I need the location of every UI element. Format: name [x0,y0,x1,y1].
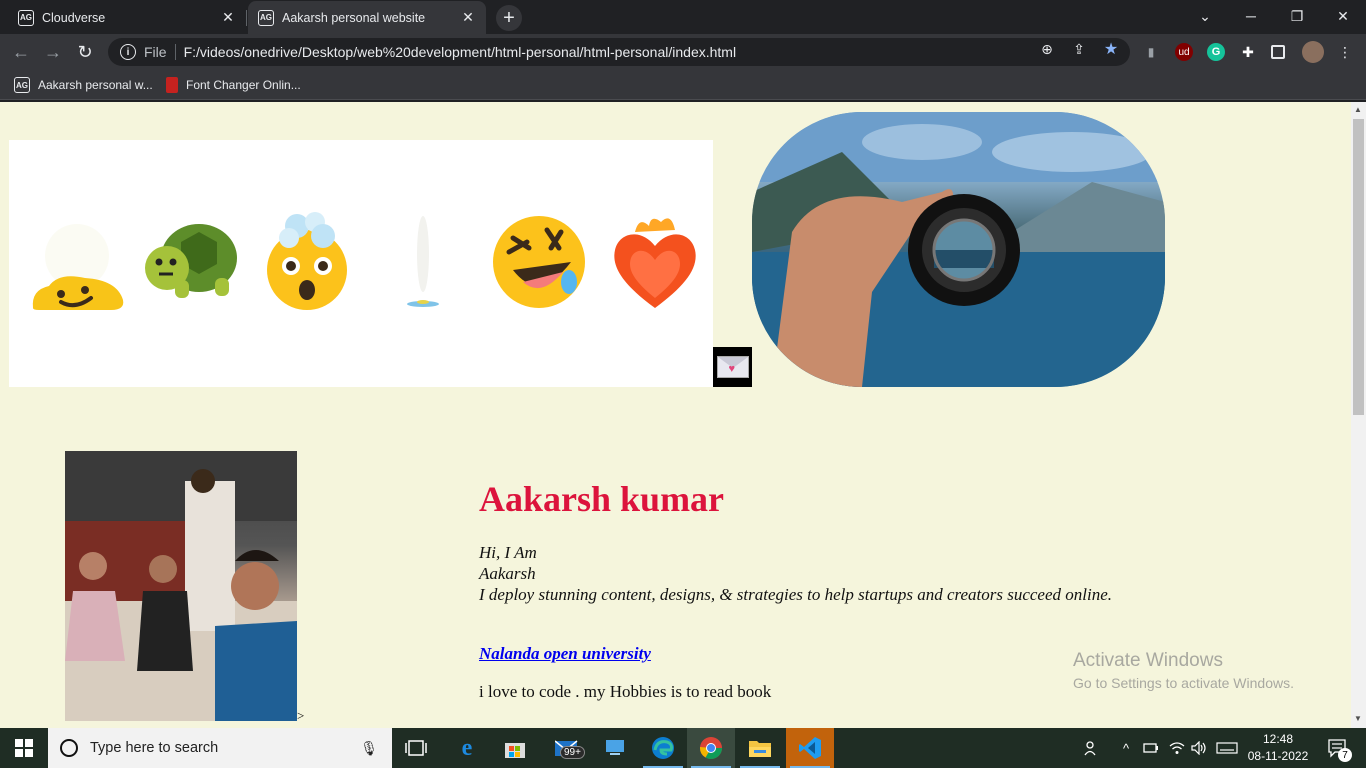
profile-scene [65,451,297,721]
font-changer-icon [166,77,178,93]
windows-logo-icon [15,739,33,757]
tab-favicon: AG [18,9,34,26]
envelope-icon: ♥ [716,356,749,378]
intro-line: Aakarsh [479,564,536,583]
turtle-icon [145,224,237,298]
zoom-icon[interactable]: ⊕ [1038,40,1056,58]
dissolving-figure-icon [407,216,439,307]
new-tab-button[interactable]: + [496,5,522,31]
edge-icon[interactable] [639,728,687,768]
lens-photo [752,112,1165,387]
tab-cloudverse[interactable]: AG Cloudverse ✕ [8,1,247,34]
info-icon[interactable]: i [120,44,136,60]
broken-tag-text: > [297,708,305,723]
restore-button[interactable]: ❐ [1274,0,1320,32]
people-icon[interactable] [1080,728,1104,768]
intro-line: Hi, I Am [479,543,537,562]
bookmark-font-changer[interactable]: Font Changer Onlin... [166,76,301,94]
tab-title: Aakarsh personal website [282,10,426,25]
emoji-gif [9,140,713,387]
scroll-up-arrow-icon[interactable]: ▲ [1354,105,1362,114]
scrollbar-thumb[interactable] [1353,119,1364,415]
bookmark-label: Aakarsh personal w... [38,78,153,92]
url-text[interactable]: F:/videos/onedrive/Desktop/web%20develop… [184,44,737,60]
clock-date: 08-11-2022 [1247,749,1309,763]
keyboard-icon[interactable] [1213,728,1241,768]
profile-name: Aakarsh kumar [479,479,725,519]
store-icon[interactable] [491,728,539,768]
menu-kebab-icon[interactable]: ⋮ [1336,43,1354,61]
side-panel-icon[interactable] [1271,45,1285,59]
extension-icon[interactable]: ▮ [1142,43,1160,61]
tab-strip: AG Cloudverse ✕ AG Aakarsh personal webs… [0,0,1366,34]
tab-favicon: AG [258,9,274,26]
scroll-down-arrow-icon[interactable]: ▼ [1354,714,1362,723]
hobby-text: i love to code . my Hobbies is to read b… [479,682,772,701]
share-icon[interactable]: ⇪ [1070,40,1088,58]
show-hidden-icons-chevron-icon[interactable]: ^ [1117,728,1135,768]
taskbar-clock[interactable]: 12:48 08-11-2022 [1244,731,1312,765]
minimize-button[interactable]: ─ [1228,0,1274,32]
edge-legacy-icon[interactable]: e [443,728,491,768]
bookmarks-bar: AG Aakarsh personal w... Font Changer On… [0,70,1366,100]
page-viewport: ♥ > Aakarsh kumar Hi, I Am Aakarsh I dep… [0,102,1351,728]
task-view-icon[interactable] [392,728,440,768]
file-explorer-icon[interactable] [736,728,784,768]
microphone-icon[interactable]: 🎙 [360,740,378,757]
grammarly-icon[interactable]: G [1207,43,1225,61]
volume-icon[interactable] [1188,728,1210,768]
battery-icon[interactable] [1140,728,1162,768]
melting-face-icon [32,224,124,310]
address-bar[interactable]: i File F:/videos/onedrive/Desktop/web%20… [108,38,1130,66]
tab-title: Cloudverse [42,10,106,25]
clock-time: 12:48 [1262,732,1294,746]
forward-arrow-icon[interactable]: → [40,39,66,65]
exploding-head-icon [267,212,347,310]
computer-icon[interactable] [591,728,639,768]
bookmark-favicon: AG [14,77,30,93]
tab-aakarsh-website[interactable]: AG Aakarsh personal website ✕ [248,1,486,34]
mail-badge: 99+ [560,746,585,759]
watermark-title: Activate Windows [1073,650,1223,671]
search-placeholder: Type here to search [90,740,219,756]
chrome-icon[interactable] [687,728,735,768]
windows-taskbar: Type here to search 🎙 e 99+ ^ 12:48 08-1… [0,728,1366,768]
mail-app-icon[interactable]: 99+ [544,728,592,768]
university-link[interactable]: Nalanda open university [479,644,651,664]
reload-icon[interactable]: ↻ [72,39,98,65]
intro-line: I deploy stunning content, designs, & st… [479,585,1113,604]
start-button[interactable] [0,728,48,768]
bookmark-label: Font Changer Onlin... [186,78,301,92]
plus-icon: + [503,6,515,29]
rolling-laughing-icon [493,216,585,308]
close-window-button[interactable]: ✕ [1320,0,1366,32]
profile-photo [65,451,297,721]
wifi-icon[interactable] [1166,728,1188,768]
close-tab-icon[interactable]: ✕ [460,9,476,26]
vscode-icon[interactable] [786,728,834,768]
back-arrow-icon[interactable]: ← [8,39,34,65]
puzzle-extensions-icon[interactable]: ✚ [1239,43,1257,61]
ublock-icon[interactable]: ud [1175,43,1193,61]
heart-on-fire-icon [614,218,696,308]
watermark-subtitle: Go to Settings to activate Windows. [1073,675,1294,691]
intro-text: Hi, I Am Aakarsh I deploy stunning conte… [479,542,1112,605]
browser-toolbar: ← → ↻ i File F:/videos/onedrive/Desktop/… [0,34,1366,70]
profile-avatar[interactable] [1302,41,1324,63]
vertical-scrollbar[interactable]: ▲ ▼ [1351,102,1366,728]
bookmark-aakarsh[interactable]: AG Aakarsh personal w... [14,76,153,94]
taskbar-search-box[interactable]: Type here to search 🎙 [48,728,392,768]
close-tab-icon[interactable]: ✕ [220,9,236,26]
scheme-label: File [144,44,176,60]
bookmark-star-icon[interactable]: ★ [1102,40,1120,58]
mail-icon[interactable]: ♥ [713,347,752,387]
action-center-icon[interactable]: 7 [1318,728,1358,768]
lens-scene [752,112,1165,387]
activate-windows-watermark: Activate Windows Go to Settings to activ… [1073,650,1294,691]
tab-search-icon[interactable]: ⌄ [1182,0,1228,32]
heart-icon: ♥ [728,363,736,375]
notification-badge: 7 [1338,748,1352,762]
cortana-icon [60,739,78,757]
